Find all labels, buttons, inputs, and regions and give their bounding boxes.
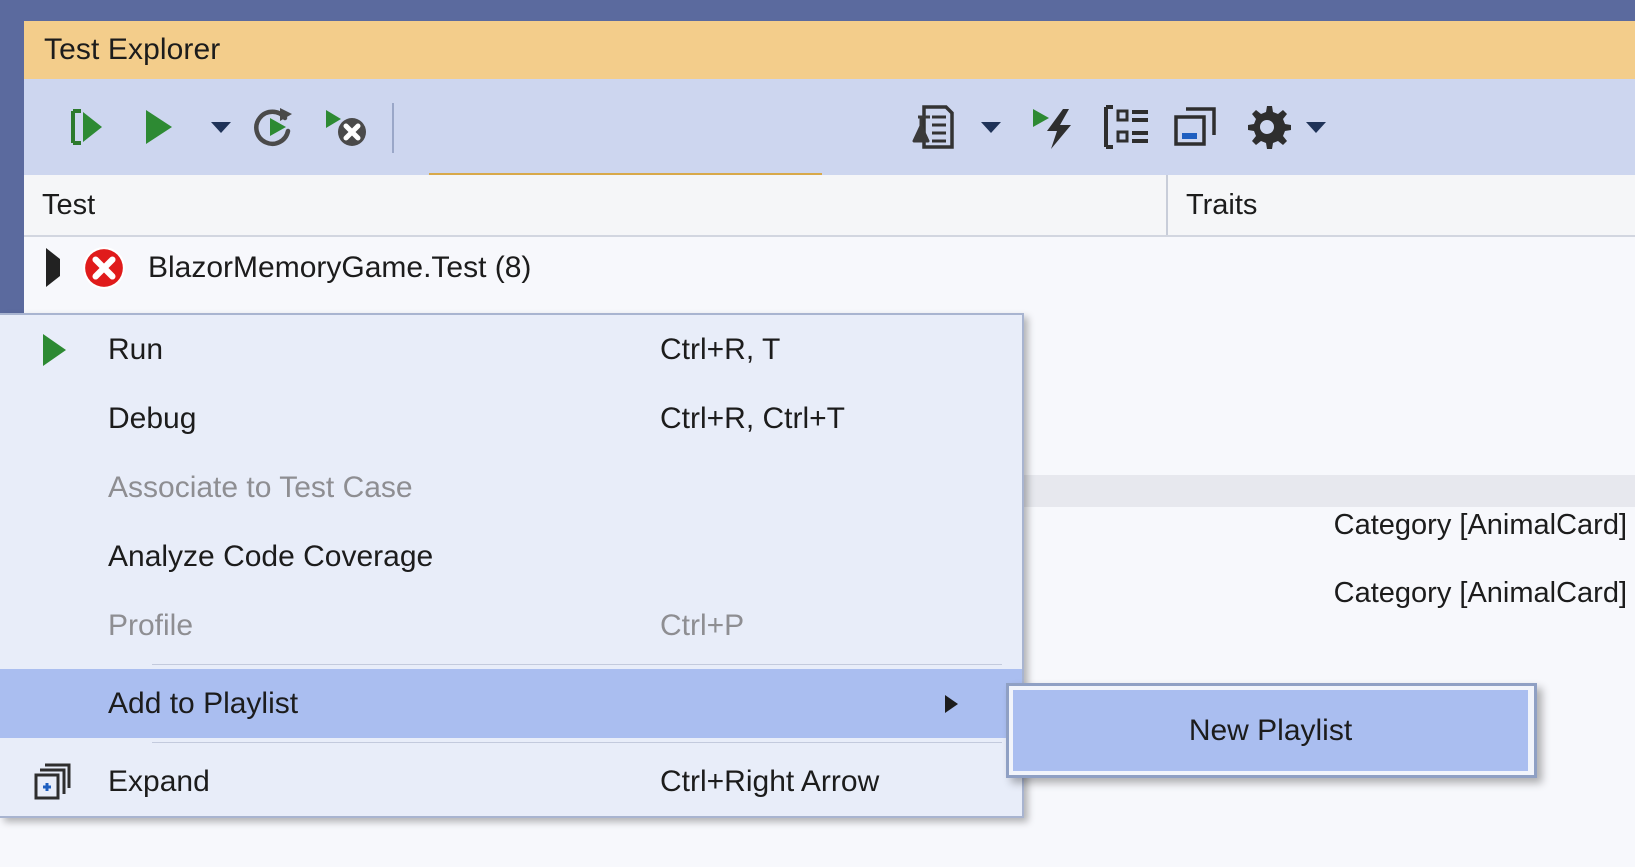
menu-item-profile: Profile Ctrl+P [0, 591, 1022, 660]
settings-button[interactable] [1243, 103, 1291, 151]
test-node-label: BlazorMemoryGame.Test (8) [148, 251, 532, 284]
menu-item-label: Debug [108, 401, 197, 435]
settings-dropdown-button[interactable] [1304, 119, 1328, 135]
menu-item-debug[interactable]: Debug Ctrl+R, Ctrl+T [0, 384, 1022, 453]
menu-item-gutter [0, 669, 108, 738]
menu-item-shortcut: Ctrl+Right Arrow [660, 764, 880, 798]
grid-column-headers: Test Traits [24, 175, 1635, 237]
trait-value: Category [AnimalCard] [1333, 509, 1627, 541]
run-on-build-button[interactable] [1029, 103, 1083, 151]
menu-item-label: Profile [108, 608, 194, 642]
menu-item-shortcut: Ctrl+P [660, 608, 745, 642]
run-dropdown-button[interactable] [209, 119, 233, 135]
menu-item-run[interactable]: Run Ctrl+R, T [0, 315, 1022, 384]
menu-item-gutter [0, 591, 108, 660]
column-header-traits[interactable]: Traits [1186, 189, 1257, 222]
run-icon [0, 315, 108, 384]
table-row[interactable]: BlazorMemoryGame.Test (8) [24, 237, 1635, 299]
chevron-down-icon [1304, 119, 1328, 135]
repeat-run-icon [252, 105, 298, 149]
window-frame-top [0, 0, 1635, 21]
menu-item-label: Run [108, 332, 164, 366]
expand-icon [0, 747, 108, 816]
menu-item-add-to-playlist[interactable]: Add to Playlist [0, 669, 1022, 738]
test-detail-dropdown-button[interactable] [979, 119, 1003, 135]
submenu-item-new-playlist[interactable]: New Playlist [1013, 690, 1528, 771]
menu-item-shortcut: Ctrl+R, Ctrl+T [660, 401, 846, 435]
run-all-icon [68, 107, 114, 147]
tool-window-title-bar: Test Explorer [24, 21, 1635, 79]
chevron-down-icon [209, 119, 233, 135]
run-selected-tests-button[interactable] [142, 107, 176, 147]
menu-item-shortcut: Ctrl+R, T [660, 332, 781, 366]
menu-separator [152, 742, 1002, 743]
window-frame-left [0, 0, 24, 313]
cancel-test-run-button[interactable] [322, 105, 370, 149]
menu-item-expand[interactable]: Expand Ctrl+Right Arrow [0, 747, 1022, 816]
windows-icon [1172, 105, 1220, 149]
group-by-icon [1102, 104, 1152, 150]
run-lightning-icon [1029, 103, 1083, 151]
context-menu: Run Ctrl+R, T Debug Ctrl+R, Ctrl+T Assoc… [0, 313, 1024, 818]
test-detail-summary-button[interactable] [910, 103, 956, 151]
menu-separator [152, 664, 1002, 665]
playlist-submenu: New Playlist [1006, 683, 1537, 778]
menu-item-gutter [0, 453, 108, 522]
repeat-last-run-button[interactable] [252, 105, 298, 149]
gear-icon [1243, 103, 1291, 151]
group-by-button[interactable] [1102, 104, 1152, 150]
run-icon [142, 107, 176, 147]
test-explorer-window: Test Explorer Test Traits BlazorMemoryGa… [0, 0, 1635, 867]
menu-item-label: Associate to Test Case [108, 470, 413, 504]
menu-item-gutter [0, 384, 108, 453]
submenu-arrow-icon [945, 694, 958, 713]
expander-icon[interactable] [46, 248, 60, 287]
test-document-icon [910, 103, 956, 151]
run-all-tests-button[interactable] [68, 107, 114, 147]
expand-collapse-button[interactable] [1172, 105, 1220, 149]
trait-value: Category [AnimalCard] [1333, 577, 1627, 609]
column-divider[interactable] [1166, 175, 1168, 235]
menu-item-analyze-code-coverage[interactable]: Analyze Code Coverage [0, 522, 1022, 591]
menu-item-gutter [0, 522, 108, 591]
stop-run-icon [322, 105, 370, 149]
submenu-item-label: New Playlist [1188, 713, 1353, 747]
column-header-test[interactable]: Test [42, 189, 95, 222]
menu-item-label: Analyze Code Coverage [108, 539, 434, 573]
menu-item-associate-to-test-case: Associate to Test Case [0, 453, 1022, 522]
chevron-down-icon [979, 119, 1003, 135]
test-explorer-toolbar: 9 6 [24, 79, 1635, 243]
menu-item-label: Add to Playlist [108, 686, 299, 720]
page-title: Test Explorer [44, 33, 221, 66]
menu-item-label: Expand [108, 764, 210, 798]
toolbar-separator-1 [392, 103, 394, 153]
error-icon [82, 246, 126, 290]
